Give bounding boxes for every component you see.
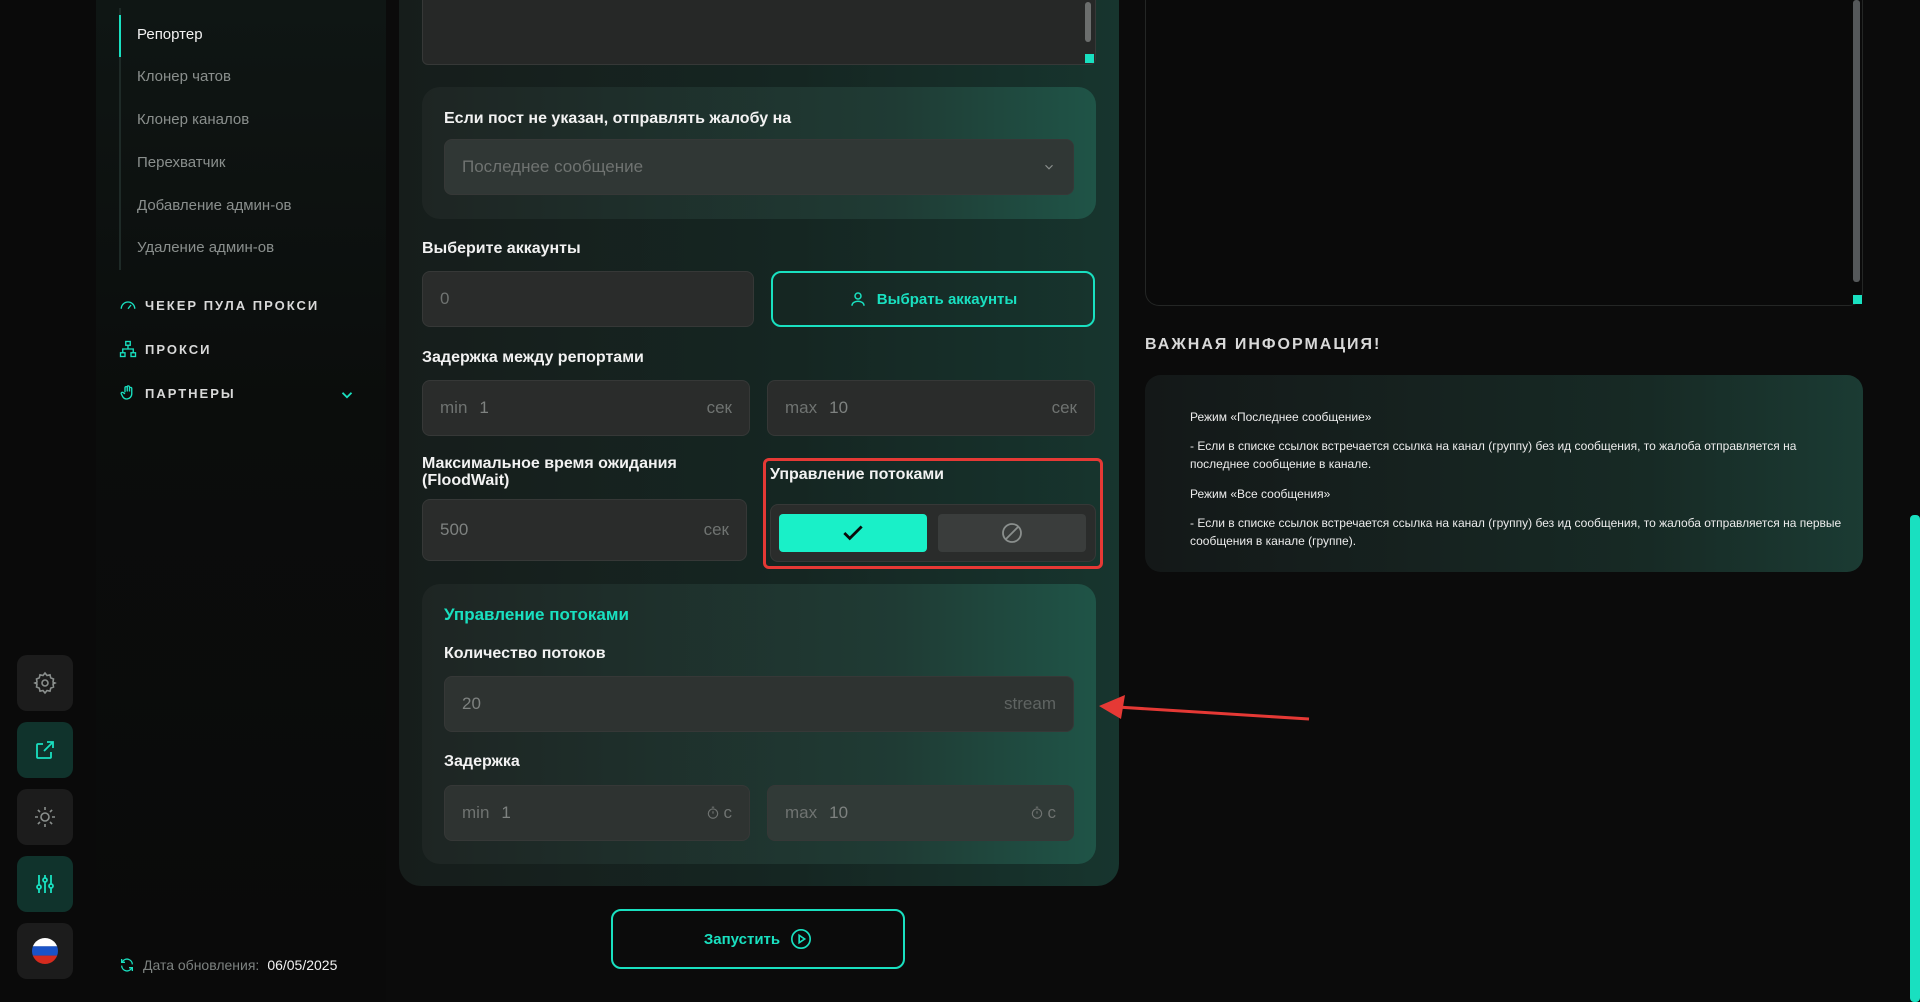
output-textarea[interactable] — [1145, 0, 1863, 306]
delay-label: Задержка между репортами — [422, 349, 644, 366]
accounts-count-value: 0 — [440, 289, 450, 308]
external-link-icon — [36, 741, 54, 759]
highlight-box — [763, 458, 1103, 569]
unit-label: сек — [703, 520, 729, 539]
nav-label: ПАРТНЕРЫ — [145, 385, 236, 401]
stopwatch-icon — [707, 806, 718, 819]
floodwait-label-line2: (FloodWait) — [422, 472, 510, 489]
delay-min-field[interactable]: min 1 сек — [422, 380, 750, 436]
textarea-scrollbar[interactable] — [1085, 2, 1091, 42]
floodwait-field[interactable]: 500 сек — [422, 499, 747, 561]
sidebar — [96, 0, 386, 1002]
chevron-down-icon[interactable] — [338, 386, 356, 404]
select-accounts-label: Выбрать аккаунты — [876, 290, 1018, 308]
nav-label: ЧЕКЕР ПУЛА ПРОКСИ — [145, 297, 320, 313]
thread-count-field[interactable]: 20 stream — [444, 676, 1074, 732]
select-accounts-button[interactable]: Выбрать аккаунты — [771, 271, 1095, 327]
fallback-select[interactable]: Последнее сообщение — [444, 139, 1074, 195]
thread-delay-label: Задержка — [444, 753, 520, 770]
unit-label: с — [723, 803, 733, 822]
resize-handle-icon[interactable] — [1085, 54, 1094, 63]
floodwait-value: 500 — [440, 520, 469, 539]
page-scrollbar[interactable] — [1910, 515, 1920, 1002]
delay-max-field[interactable]: max 10 сек — [767, 380, 1095, 436]
floodwait-label-line1: Максимальное время ожидания — [422, 455, 677, 472]
hand-icon — [120, 385, 133, 400]
sidebar-item-chat-cloner[interactable]: Клонер чатов — [137, 68, 231, 85]
info-mode2-text: - Если в списке ссылок встречается ссылк… — [1190, 516, 1842, 548]
update-date: 06/05/2025 — [267, 957, 338, 973]
russia-flag-icon — [32, 938, 58, 964]
language-button[interactable] — [17, 923, 73, 979]
thread-delay-max-field[interactable]: max 10 с — [767, 785, 1074, 841]
info-mode1-title: Режим «Последнее сообщение» — [1190, 410, 1372, 424]
info-heading: ВАЖНАЯ ИНФОРМАЦИЯ! — [1145, 336, 1382, 353]
nav-partners[interactable]: ПАРТНЕРЫ — [119, 384, 236, 402]
theme-toggle-button[interactable] — [17, 789, 73, 845]
nav-label: ПРОКСИ — [145, 341, 212, 357]
annotation-arrow — [1099, 695, 1310, 721]
open-external-button[interactable] — [17, 722, 73, 778]
delay-max-value: 10 — [829, 398, 849, 417]
sidebar-item-add-admins[interactable]: Добавление админ-ов — [137, 197, 292, 214]
thread-count-unit: stream — [1004, 694, 1056, 713]
update-label: Дата обновления: — [143, 957, 260, 973]
min-prefix: min — [440, 398, 468, 417]
threads-card-title: Управление потоками — [444, 605, 629, 624]
min-prefix: min — [462, 803, 490, 822]
update-info: Дата обновления: 06/05/2025 — [119, 957, 337, 973]
thread-delay-max-value: 10 — [829, 803, 849, 822]
run-button-label: Запустить — [703, 930, 781, 948]
delay-min-value: 1 — [479, 398, 489, 417]
nav-proxy[interactable]: ПРОКСИ — [119, 340, 211, 358]
thread-delay-min-value: 1 — [501, 803, 511, 822]
sidebar-item-reporter[interactable]: Репортер — [137, 26, 203, 43]
sidebar-item-remove-admins[interactable]: Удаление админ-ов — [137, 239, 274, 256]
refresh-icon — [121, 958, 133, 972]
accounts-label: Выберите аккаунты — [422, 240, 581, 257]
settings-button[interactable] — [17, 655, 73, 711]
max-prefix: max — [785, 398, 818, 417]
info-mode2-title: Режим «Все сообщения» — [1190, 487, 1331, 501]
accounts-count-field[interactable]: 0 — [422, 271, 754, 327]
user-icon — [851, 292, 865, 306]
thread-count-value: 20 — [462, 694, 481, 713]
stopwatch-icon — [1031, 806, 1042, 819]
unit-label: сек — [1051, 398, 1077, 417]
subnav-active-indicator — [119, 15, 121, 57]
fallback-select-value: Последнее сообщение — [462, 157, 644, 176]
run-button[interactable]: Запустить — [611, 909, 905, 969]
thread-delay-min-field[interactable]: min 1 с — [444, 785, 750, 841]
fallback-label: Если пост не указан, отправлять жалобу н… — [444, 110, 792, 127]
network-icon — [119, 340, 137, 358]
info-mode1-text: - Если в списке ссылок встречается ссылк… — [1190, 439, 1797, 471]
resize-handle-icon[interactable] — [1853, 295, 1862, 304]
sidebar-item-interceptor[interactable]: Перехватчик — [137, 154, 225, 171]
gear-icon — [33, 671, 57, 695]
sliders-icon — [36, 875, 54, 893]
controls-button[interactable] — [17, 856, 73, 912]
thread-count-label: Количество потоков — [444, 645, 606, 662]
sidebar-item-channel-cloner[interactable]: Клонер каналов — [137, 111, 249, 128]
unit-label: с — [1047, 803, 1057, 822]
icon-rail — [0, 0, 96, 1002]
sun-icon — [35, 807, 55, 827]
output-scrollbar[interactable] — [1853, 0, 1860, 282]
floodwait-label: Максимальное время ожидания (FloodWait) — [422, 455, 677, 489]
links-textarea[interactable] — [422, 0, 1096, 65]
speedometer-icon — [120, 301, 136, 310]
nav-proxy-pool-checker[interactable]: ЧЕКЕР ПУЛА ПРОКСИ — [119, 296, 319, 314]
max-prefix: max — [785, 803, 818, 822]
unit-label: сек — [706, 398, 732, 417]
chevron-down-icon — [1045, 164, 1053, 170]
play-icon — [791, 929, 812, 949]
